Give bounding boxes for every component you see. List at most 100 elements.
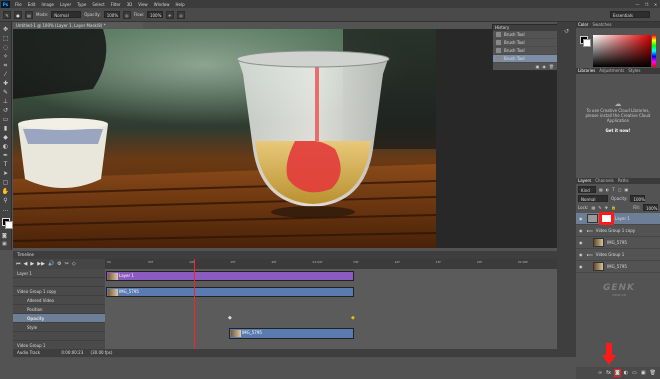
layer-mask-thumbnail[interactable]	[601, 214, 612, 223]
play-icon[interactable]: ▶	[30, 261, 34, 267]
tab-styles[interactable]: Styles	[628, 68, 640, 74]
tab-adjustments[interactable]: Adjustments	[599, 68, 624, 74]
lock-transparent-icon[interactable]: ▦	[591, 205, 595, 210]
workspace-switcher[interactable]: Essentials	[610, 11, 650, 18]
split-icon[interactable]: ✂	[65, 261, 69, 267]
keyframe-diamond-icon[interactable]: ◆	[351, 315, 355, 321]
minimize-button[interactable]: —	[633, 2, 642, 7]
menu-edit[interactable]: Edit	[25, 2, 39, 7]
move-tool-icon[interactable]: ✥	[1, 26, 10, 34]
timeline-clip[interactable]: IMG_5795	[106, 287, 354, 297]
history-brush-tool-icon[interactable]: ↺	[1, 107, 10, 115]
eyedropper-tool-icon[interactable]: ⁄	[1, 71, 10, 79]
keyframe-diamond-icon[interactable]: ◆	[228, 315, 232, 321]
menu-select[interactable]: Select	[89, 2, 107, 7]
new-document-from-state-icon[interactable]: ▣	[536, 64, 540, 69]
eraser-tool-icon[interactable]: ▭	[1, 116, 10, 124]
layer-row[interactable]: ◉ ▸▭ Video Group 1 copy	[576, 225, 660, 237]
tab-libraries[interactable]: Libraries	[578, 68, 595, 74]
previous-frame-icon[interactable]: ◀	[24, 261, 28, 267]
fill-field[interactable]: 100%	[643, 204, 658, 211]
layer-row[interactable]: ◉ IMG_5795	[576, 261, 660, 273]
transition-icon[interactable]: ◇	[72, 261, 76, 267]
quick-mask-icon[interactable]: ◙	[2, 233, 10, 239]
brush-size-picker[interactable]: ●	[14, 10, 22, 19]
hue-slider[interactable]	[652, 35, 656, 67]
rectangle-tool-icon[interactable]: ▢	[1, 179, 10, 187]
lock-position-icon[interactable]: ✥	[605, 205, 608, 210]
pen-tool-icon[interactable]: ✒	[1, 152, 10, 160]
dodge-tool-icon[interactable]: ◐	[1, 143, 10, 151]
timeline-tracks[interactable]: Layer 1 IMG_5795 ◆ ◆ IMG_5795	[105, 269, 557, 349]
timeline-clip[interactable]: Layer 1	[106, 271, 354, 281]
go-to-first-frame-icon[interactable]: ⏮	[16, 261, 21, 267]
timeline-playhead[interactable]	[194, 259, 195, 349]
lock-image-icon[interactable]: ✎	[598, 205, 601, 210]
menu-layer[interactable]: Layer	[57, 2, 74, 7]
tab-channels[interactable]: Channels	[595, 178, 614, 184]
delete-layer-icon[interactable]: 🗑	[650, 370, 656, 376]
clone-stamp-tool-icon[interactable]: ⊥	[1, 98, 10, 106]
more-tools-icon[interactable]: …	[1, 206, 10, 214]
settings-gear-icon[interactable]: ⚙	[57, 261, 61, 267]
menu-type[interactable]: Type	[74, 2, 89, 7]
menu-3d[interactable]: 3D	[124, 2, 136, 7]
layer-row[interactable]: ◉ ▸▭ Video Group 1	[576, 249, 660, 261]
brush-tool-icon[interactable]: ✎	[1, 89, 10, 97]
menu-image[interactable]: Image	[38, 2, 57, 7]
filter-shape-icon[interactable]: ▢	[618, 187, 622, 192]
canvas-image[interactable]	[13, 29, 436, 248]
tab-paths[interactable]: Paths	[618, 178, 629, 184]
history-item-selected[interactable]: Brush Tool	[493, 55, 557, 63]
color-picker-field[interactable]	[593, 35, 651, 67]
layer-row[interactable]: ◉ Layer 1	[576, 213, 660, 225]
quick-select-tool-icon[interactable]: ✧	[1, 53, 10, 61]
adjustment-layer-icon[interactable]: ◐	[624, 370, 628, 376]
history-item[interactable]: Brush Tool	[493, 31, 557, 39]
track-header[interactable]: Video Group 1 copy	[13, 287, 105, 296]
tab-color[interactable]: Color	[578, 22, 588, 28]
visibility-eye-icon[interactable]: ◉	[579, 228, 584, 233]
track-property-selected[interactable]: Opacity	[13, 314, 105, 323]
gradient-tool-icon[interactable]: ▮	[1, 125, 10, 133]
pressure-size-icon[interactable]: ◎	[176, 10, 185, 19]
visibility-eye-icon[interactable]: ◉	[579, 240, 584, 245]
visibility-eye-icon[interactable]: ◉	[579, 264, 584, 269]
brush-tool-preset-icon[interactable]: ✎	[3, 10, 11, 19]
track-property[interactable]: Altered Video	[13, 296, 105, 305]
camera-icon[interactable]: ◉	[542, 64, 546, 69]
flow-field[interactable]: 100%	[146, 11, 163, 18]
history-item[interactable]: Brush Tool	[493, 47, 557, 55]
panel-background-swatch[interactable]	[583, 39, 591, 47]
track-property[interactable]: Style	[13, 323, 105, 332]
visibility-eye-icon[interactable]: ◉	[579, 252, 584, 257]
type-tool-icon[interactable]: T	[1, 161, 10, 169]
airbrush-icon[interactable]: ✈	[165, 10, 174, 19]
visibility-eye-icon[interactable]: ◉	[579, 216, 584, 221]
brush-panel-toggle-icon[interactable]: ▤	[25, 10, 33, 19]
filter-adjustment-icon[interactable]: ◐	[606, 187, 610, 192]
track-header[interactable]: Layer 1	[13, 269, 105, 278]
track-property[interactable]: Position	[13, 305, 105, 314]
add-mask-icon[interactable]: ◙	[613, 369, 621, 377]
lasso-tool-icon[interactable]: ◌	[1, 44, 10, 52]
menu-view[interactable]: View	[135, 2, 151, 7]
timeline-clip[interactable]: IMG_5795	[229, 328, 354, 339]
layer-row[interactable]: ◉ IMG_5795	[576, 237, 660, 249]
timeline-ruler[interactable]: 00 05f 10f 15f 20f 01:00f 05f 10f 15f 20f 02:00f	[105, 259, 557, 269]
path-select-tool-icon[interactable]: ➤	[1, 170, 10, 178]
audio-icon[interactable]: 🔊	[48, 261, 54, 267]
history-item[interactable]: Brush Tool	[493, 39, 557, 47]
healing-tool-icon[interactable]: ✚	[1, 80, 10, 88]
document-tab[interactable]: Untitled-1 @ 100% (Layer 1, Layer Mask/8…	[13, 22, 143, 29]
mode-dropdown[interactable]: Normal	[51, 11, 82, 18]
get-it-now-link[interactable]: Get it now!	[576, 128, 660, 133]
next-frame-icon[interactable]: ▶▶	[37, 261, 45, 267]
layer-kind-filter[interactable]: Kind	[578, 186, 596, 193]
menu-window[interactable]: Window	[151, 2, 173, 7]
filter-type-icon[interactable]: T	[612, 187, 614, 192]
hand-tool-icon[interactable]: ✋	[1, 188, 10, 196]
filter-pixel-icon[interactable]: ▦	[599, 187, 603, 192]
opacity-field[interactable]: 100%	[103, 11, 120, 18]
layer-style-icon[interactable]: fx	[606, 370, 611, 376]
